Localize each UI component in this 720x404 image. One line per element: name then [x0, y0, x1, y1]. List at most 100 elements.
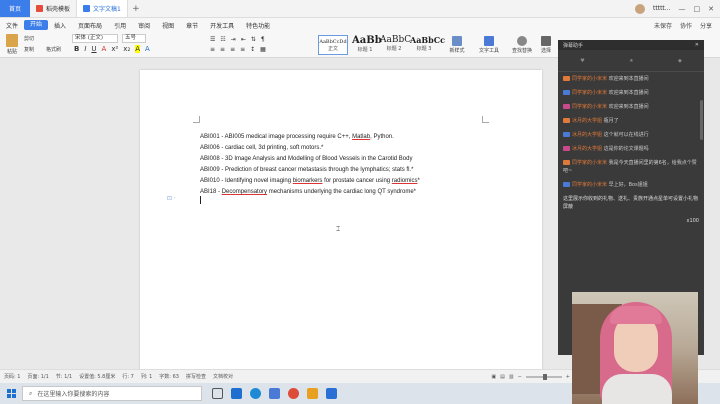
font-color-button[interactable]: A: [102, 45, 107, 53]
collaborate-button[interactable]: 协作: [680, 21, 692, 30]
find-replace-button[interactable]: 查找替换: [510, 36, 534, 54]
chat-message[interactable]: 同学家的小米米 我是今天直播间里的第6名，给我点个赞吧~: [558, 156, 704, 178]
document-line[interactable]: ABI010 - Identifying novel imaging bioma…: [200, 176, 420, 187]
outdent-icon[interactable]: ⇤: [241, 36, 246, 43]
tab-home[interactable]: 首页: [0, 0, 30, 17]
document-page[interactable]: ABI001 - ABI005 medical image processing…: [140, 70, 542, 370]
chat-username[interactable]: 冰月的大学姐: [572, 132, 602, 138]
document-line[interactable]: ABI008 - 3D Image Analysis and Modelling…: [200, 154, 420, 165]
style-heading2[interactable]: AaBbC 标题 2: [380, 35, 411, 55]
new-tab-button[interactable]: +: [128, 0, 144, 17]
menu-insert[interactable]: 插入: [48, 21, 72, 30]
unsaved-status[interactable]: 未保存: [654, 21, 672, 30]
chat-username[interactable]: 同学家的小米米: [572, 160, 607, 166]
subscript-button[interactable]: x₂: [123, 45, 130, 53]
chat-message[interactable]: 冰月的大学姐 这是你的论文课题吗: [558, 142, 704, 156]
highlight-button[interactable]: A: [135, 45, 141, 53]
user-avatar[interactable]: [635, 3, 646, 14]
store-icon[interactable]: [269, 388, 280, 399]
app-icon[interactable]: [307, 388, 318, 399]
close-icon[interactable]: ✕: [708, 5, 714, 13]
superscript-button[interactable]: x²: [111, 45, 118, 53]
zoom-slider[interactable]: [525, 373, 562, 380]
chrome-icon[interactable]: [288, 388, 299, 399]
align-right-icon[interactable]: ≡: [230, 46, 235, 53]
live-chat-messages[interactable]: 同学家的小米米 欢迎来到本直播间 同学家的小米米 欢迎来到本直播间 同学家的小米米 …: [558, 72, 704, 192]
show-marks-icon[interactable]: ¶: [261, 36, 265, 43]
share-button[interactable]: 分享: [700, 21, 712, 30]
bold-button[interactable]: B: [74, 45, 79, 53]
text-tools-button[interactable]: 文字工具: [476, 36, 502, 54]
document-line[interactable]: ABI001 - ABI005 medical image processing…: [200, 132, 420, 143]
chat-username[interactable]: 同学家的小米米: [572, 182, 607, 188]
taskbar-search[interactable]: ⌕ 在这里输入你要搜索的内容: [22, 386, 202, 401]
status-words[interactable]: 字数: 63: [159, 373, 179, 380]
style-normal[interactable]: AaBbCcDd 正文: [318, 35, 348, 55]
sort-icon[interactable]: ⇅: [251, 36, 256, 43]
underline-button[interactable]: U: [91, 45, 96, 53]
justify-icon[interactable]: ≡: [240, 46, 245, 53]
cut-button[interactable]: 剪切: [24, 35, 34, 42]
paste-button[interactable]: 粘贴: [4, 34, 20, 55]
menu-references[interactable]: 引用: [108, 21, 132, 30]
border-icon[interactable]: ▦: [260, 46, 266, 53]
view-read-icon[interactable]: ▥: [509, 374, 514, 380]
tab-template[interactable]: 稻壳模板: [30, 0, 78, 17]
tab-document[interactable]: 文字文稿1: [77, 0, 128, 17]
copy-button[interactable]: 复制: [24, 46, 34, 53]
task-view-icon[interactable]: [212, 388, 223, 399]
status-position[interactable]: 设置值: 5.8厘米: [79, 373, 115, 380]
status-check[interactable]: 文档校对: [213, 373, 233, 380]
chat-username[interactable]: 冰月的大学姐: [572, 146, 602, 152]
zoom-in-icon[interactable]: +: [566, 374, 570, 380]
chat-message[interactable]: 冰月的大学姐 这个就可以在线进行: [558, 128, 704, 142]
chat-username[interactable]: 同学家的小米米: [572, 90, 607, 96]
menu-review[interactable]: 审阅: [132, 21, 156, 30]
select-button[interactable]: 选择: [538, 36, 554, 54]
number-list-icon[interactable]: ☷: [220, 36, 225, 43]
status-page[interactable]: 页码: 1: [4, 373, 20, 380]
menu-home[interactable]: 开始: [24, 20, 49, 30]
edge-icon[interactable]: [250, 388, 261, 399]
status-section[interactable]: 节: 1/1: [56, 373, 72, 380]
align-center-icon[interactable]: ≡: [220, 46, 225, 53]
status-spell[interactable]: 拼写检查: [186, 373, 206, 380]
mail-icon[interactable]: [231, 388, 242, 399]
style-heading3[interactable]: AaBbCc 标题 3: [410, 35, 445, 55]
chat-message[interactable]: 冰月的大学姐 瓶月了: [558, 114, 704, 128]
maximize-icon[interactable]: □: [694, 5, 701, 13]
paragraph-handle-icon[interactable]: ⊡ ·: [167, 195, 176, 202]
start-button[interactable]: [0, 383, 22, 404]
indent-icon[interactable]: ⇥: [231, 36, 236, 43]
menu-layout[interactable]: 页面布局: [72, 21, 108, 30]
view-page-icon[interactable]: ▣: [491, 374, 496, 380]
document-line[interactable]: ABI006 - cardiac cell, 3d printing, soft…: [200, 143, 420, 154]
font-size-select[interactable]: 五号: [122, 34, 146, 43]
italic-button[interactable]: I: [84, 45, 86, 53]
menu-developer[interactable]: 开发工具: [204, 21, 240, 30]
format-painter-button[interactable]: 格式刷: [46, 46, 61, 53]
bullet-list-icon[interactable]: ☰: [210, 36, 215, 43]
document-line[interactable]: ABI009 - Prediction of breast cancer met…: [200, 165, 420, 176]
text-color-button[interactable]: A: [145, 45, 150, 53]
chat-message[interactable]: 同学家的小米米 欢迎来到本直播间: [558, 86, 704, 100]
chat-username[interactable]: 同学家的小米米: [572, 104, 607, 110]
chat-message[interactable]: 同学家的小米米 早上好，Bos姐姐: [558, 178, 704, 192]
chat-message[interactable]: 同学家的小米米 欢迎来到本直播间: [558, 72, 704, 86]
chat-scrollbar[interactable]: [700, 100, 703, 140]
font-name-select[interactable]: 宋体 (正文): [72, 34, 118, 43]
document-canvas[interactable]: ABI001 - ABI005 medical image processing…: [0, 58, 560, 370]
menu-features[interactable]: 特色功能: [240, 21, 276, 30]
zoom-out-icon[interactable]: −: [518, 374, 522, 380]
chat-message[interactable]: 同学家的小米米 欢迎来到本直播间: [558, 100, 704, 114]
status-pages[interactable]: 页面: 1/1: [27, 373, 48, 380]
wps-icon[interactable]: [326, 388, 337, 399]
document-line[interactable]: ABI18 - Decompensatory mechanisms underl…: [200, 187, 420, 198]
style-heading1[interactable]: AaBb 标题 1: [352, 35, 382, 55]
line-spacing-icon[interactable]: ↕: [250, 46, 255, 53]
menu-view[interactable]: 视图: [156, 21, 180, 30]
align-left-icon[interactable]: ≡: [210, 46, 215, 53]
view-web-icon[interactable]: ▤: [500, 374, 505, 380]
document-text[interactable]: ABI001 - ABI005 medical image processing…: [200, 132, 420, 198]
new-style-button[interactable]: 新样式: [446, 36, 468, 54]
